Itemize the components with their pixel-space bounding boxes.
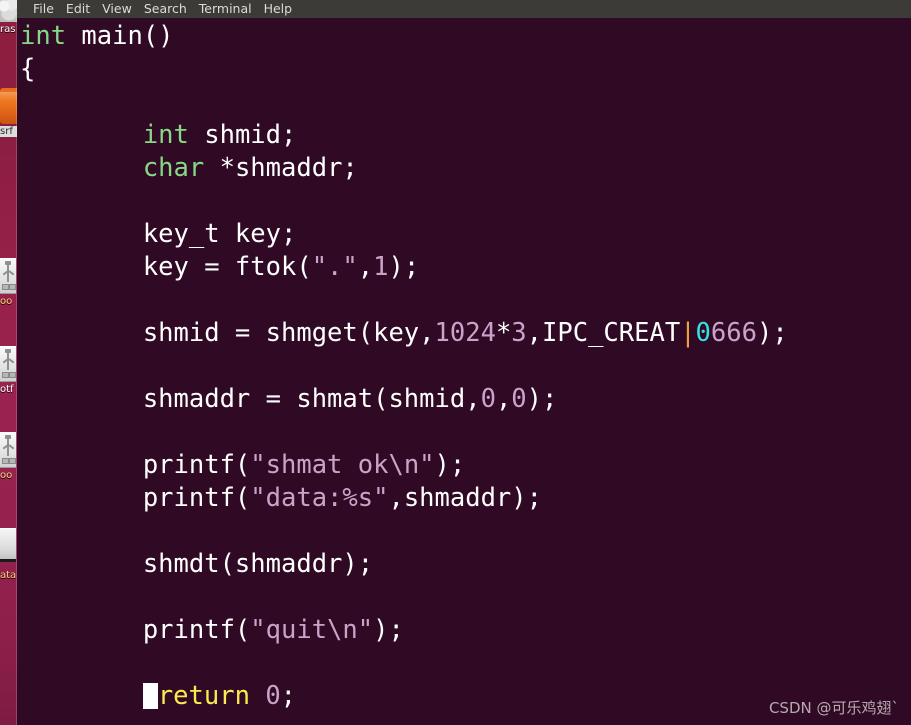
terminal-view[interactable]: int main(){ int shmid; char *shmaddr; ke… — [17, 18, 911, 725]
code-token: char — [142, 153, 205, 183]
code-line: key = ftok(".",1); — [20, 251, 788, 284]
code-token: "data:%s" — [250, 483, 389, 513]
code-token: ; — [280, 681, 297, 711]
files-icon[interactable] — [0, 0, 17, 22]
code-line: int shmid; — [20, 119, 788, 152]
code-token: ,IPC_CREAT — [526, 318, 681, 348]
launcher-label-2: srf — [0, 126, 17, 137]
usb-drive-icon-2[interactable] — [0, 346, 16, 382]
code-token: { — [20, 54, 36, 84]
code-token: shmdt(shmaddr); — [20, 549, 374, 579]
menu-item-edit[interactable]: Edit — [60, 0, 96, 18]
code-token: printf( — [20, 615, 251, 645]
code-token: shmaddr = shmat(shmid, — [20, 384, 481, 414]
code-token: "." — [311, 252, 358, 282]
code-token: ); — [373, 615, 404, 645]
code-line: return 0; — [20, 680, 788, 713]
code-line: printf("data:%s",shmaddr); — [20, 482, 788, 515]
code-token: , — [495, 384, 512, 414]
code-token: | — [680, 318, 696, 348]
code-token: ); — [526, 384, 558, 414]
code-token: ); — [434, 450, 466, 480]
code-token: shmid = shmget(key, — [20, 318, 435, 348]
menu-item-terminal[interactable]: Terminal — [193, 0, 258, 18]
usb-drive-icon-1[interactable] — [0, 258, 16, 294]
source-code[interactable]: int main(){ int shmid; char *shmaddr; ke… — [20, 20, 788, 725]
code-line: shmaddr = shmat(shmid,0,0); — [20, 383, 788, 416]
code-line: printf("shmat ok\n"); — [20, 449, 788, 482]
code-token: ); — [756, 318, 788, 348]
code-token: main() — [81, 21, 174, 51]
code-line: key_t key; — [20, 218, 788, 251]
code-line: shmdt(shmaddr); — [20, 548, 788, 581]
csdn-watermark: CSDN @可乐鸡翅` — [768, 699, 899, 717]
menu-bar: File Edit View Search Terminal Help — [17, 0, 911, 18]
code-token: 0 — [695, 318, 711, 348]
code-token: return — [157, 681, 250, 711]
launcher-label-6: ata — [0, 570, 17, 581]
menu-item-search[interactable]: Search — [138, 0, 193, 18]
code-token: key = ftok( — [20, 252, 312, 282]
code-token: 1024 — [434, 318, 496, 348]
code-token: int — [142, 120, 189, 150]
code-token: 3 — [511, 318, 527, 348]
menu-item-file[interactable]: File — [27, 0, 60, 18]
launcher-label-3: oo — [0, 296, 13, 307]
code-token: 0 — [480, 384, 496, 414]
code-line: int main() — [20, 20, 788, 53]
menu-item-view[interactable]: View — [96, 0, 138, 18]
code-line: char *shmaddr; — [20, 152, 788, 185]
code-line: shmid = shmget(key,1024*3,IPC_CREAT|0666… — [20, 317, 788, 350]
screen: ras srf oo otf oo ata File Edit View Sea… — [0, 0, 911, 725]
code-line: { — [20, 53, 788, 86]
disk-icon[interactable] — [0, 528, 16, 562]
code-token: 666 — [710, 318, 757, 348]
menu-item-help[interactable]: Help — [258, 0, 299, 18]
code-token: 1 — [373, 252, 389, 282]
code-token: printf( — [20, 450, 251, 480]
launcher-label-5: oo — [0, 470, 13, 481]
code-token: *shmaddr; — [204, 153, 358, 183]
code-token: * — [495, 318, 512, 348]
code-token: key_t key; — [20, 219, 297, 249]
code-token: ); — [388, 252, 420, 282]
code-token: , — [357, 252, 374, 282]
code-token: printf( — [20, 483, 251, 513]
unity-launcher[interactable]: ras srf oo otf oo ata — [0, 0, 17, 725]
launcher-label-4: otf — [0, 384, 14, 395]
code-token: shmid; — [188, 120, 297, 150]
firefox-icon[interactable] — [0, 88, 17, 124]
text-cursor — [142, 683, 158, 709]
code-token: int — [20, 21, 67, 51]
code-token: "quit\n" — [250, 615, 374, 645]
code-token: ,shmaddr); — [388, 483, 542, 513]
code-token: 0 — [511, 384, 527, 414]
launcher-label-1: ras — [0, 24, 16, 35]
code-line: printf("quit\n"); — [20, 614, 788, 647]
code-token: 0 — [265, 681, 281, 711]
code-token: "shmat ok\n" — [250, 450, 435, 480]
usb-drive-icon-3[interactable] — [0, 432, 16, 468]
